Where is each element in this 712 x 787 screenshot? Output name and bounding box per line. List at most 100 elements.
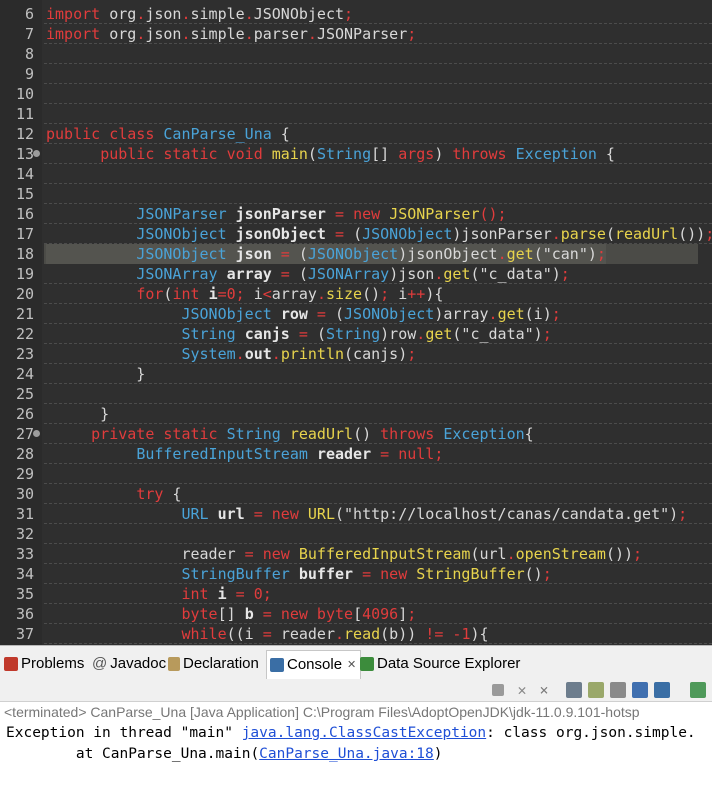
code-line[interactable]: 34 StringBuffer buffer = new StringBuffe… bbox=[0, 564, 712, 584]
code-token: [ bbox=[353, 605, 363, 623]
code-line[interactable]: 7 import org.json.simple.parser.JSONParse… bbox=[0, 24, 712, 44]
display-console-icon[interactable] bbox=[654, 682, 670, 698]
code-token: . bbox=[235, 345, 245, 363]
code-token: JSONObject bbox=[307, 245, 399, 263]
code-line[interactable]: 26 } bbox=[0, 404, 712, 424]
word-wrap-icon[interactable] bbox=[610, 682, 626, 698]
code-line[interactable]: 22 String canjs = (String)row.get("c_dat… bbox=[0, 324, 712, 344]
code-line[interactable]: 27 private static String readUrl() throw… bbox=[0, 424, 712, 444]
code-line[interactable]: 6 import org.json.simple.JSONObject; bbox=[0, 4, 712, 24]
line-number: 36 bbox=[15, 605, 34, 623]
code-token: [] bbox=[217, 605, 245, 623]
code-line[interactable]: 33 reader = new BufferedInputStream(url.… bbox=[0, 544, 712, 564]
line-number: 27 bbox=[15, 425, 34, 443]
tab-javadoc[interactable]: @ Javadoc bbox=[92, 652, 166, 676]
code-token: try bbox=[136, 485, 164, 503]
code-line[interactable]: 19 JSONArray array = (JSONArray)json.get… bbox=[0, 264, 712, 284]
code-token: . bbox=[271, 345, 281, 363]
code-line[interactable]: 18 JSONObject json = (JSONObject)jsonObj… bbox=[0, 244, 712, 264]
line-number: 19 bbox=[15, 265, 34, 283]
code-line[interactable]: 9 bbox=[0, 64, 712, 84]
pin-console-icon[interactable] bbox=[632, 682, 648, 698]
fold-marker-icon[interactable] bbox=[33, 150, 40, 157]
tab-label: Declaration bbox=[183, 655, 259, 672]
exception-link[interactable]: java.lang.ClassCastException bbox=[242, 725, 486, 741]
tab-data-source-explorer[interactable]: Data Source Explorer bbox=[360, 652, 520, 676]
code-token: null bbox=[398, 445, 435, 463]
code-text: try { bbox=[46, 484, 181, 504]
code-line[interactable]: 10 bbox=[0, 84, 712, 104]
code-token: )json bbox=[389, 265, 435, 283]
code-text: String canjs = (String)row.get("c_data")… bbox=[46, 324, 551, 344]
code-token: byte bbox=[181, 605, 218, 623]
code-token: ()) bbox=[605, 545, 634, 563]
code-line[interactable]: 32 bbox=[0, 524, 712, 544]
code-line[interactable]: 29 bbox=[0, 464, 712, 484]
code-token: public static void bbox=[100, 145, 272, 163]
code-token: ; bbox=[434, 445, 444, 463]
code-line[interactable]: 15 bbox=[0, 184, 712, 204]
code-line[interactable]: 35 int i = 0; bbox=[0, 584, 712, 604]
code-token: throws bbox=[380, 425, 444, 443]
code-line[interactable]: 25 bbox=[0, 384, 712, 404]
scroll-lock-icon[interactable] bbox=[588, 682, 604, 698]
code-token: ; bbox=[407, 605, 417, 623]
code-line[interactable]: 24 } bbox=[0, 364, 712, 384]
code-token: array bbox=[226, 265, 272, 283]
tab-console[interactable]: Console ✕ bbox=[266, 650, 362, 679]
stop-icon[interactable] bbox=[492, 684, 504, 696]
code-text: } bbox=[46, 404, 109, 424]
line-number: 26 bbox=[15, 405, 34, 423]
code-line[interactable]: 28 BufferedInputStream reader = null; bbox=[0, 444, 712, 464]
code-token: . bbox=[136, 25, 146, 43]
open-console-icon[interactable] bbox=[690, 682, 706, 698]
code-token: buffer bbox=[298, 565, 354, 583]
source-location-link[interactable]: CanParse_Una.java:18 bbox=[259, 746, 434, 762]
code-text: System.out.println(canjs); bbox=[46, 344, 416, 364]
clear-console-icon[interactable] bbox=[566, 682, 582, 698]
code-token: ("c_data") bbox=[452, 325, 543, 343]
tab-problems[interactable]: Problems bbox=[4, 652, 84, 676]
console-output[interactable]: <terminated> CanParse_Una [Java Applicat… bbox=[0, 701, 712, 787]
code-token: json bbox=[145, 5, 182, 23]
code-token: ){ bbox=[425, 285, 444, 303]
panel-tabs: Problems @ Javadoc Declaration Console ✕… bbox=[0, 650, 712, 679]
code-editor[interactable]: 6 import org.json.simple.JSONObject; 7 impo… bbox=[0, 0, 712, 645]
tab-declaration[interactable]: Declaration bbox=[168, 652, 259, 676]
code-line[interactable]: 20 for(int i=0; i<array.size(); i++){ bbox=[0, 284, 712, 304]
line-number: 31 bbox=[15, 505, 34, 523]
code-line[interactable]: 31 URL url = new URL("http://localhost/c… bbox=[0, 504, 712, 524]
line-number: 24 bbox=[15, 365, 34, 383]
code-token: parse bbox=[560, 225, 606, 243]
code-line[interactable]: 36 byte[] b = new byte[4096]; bbox=[0, 604, 712, 624]
code-line[interactable]: 11 bbox=[0, 104, 712, 124]
code-line[interactable]: 17 JSONObject jsonObject = (JSONObject)j… bbox=[0, 224, 712, 244]
code-line[interactable]: 12 public class CanParse_Una { bbox=[0, 124, 712, 144]
code-token: = bbox=[217, 285, 227, 303]
code-token: StringBuffer bbox=[416, 565, 525, 583]
remove-launch-icon[interactable]: ✕ bbox=[514, 682, 530, 698]
code-token: ; bbox=[235, 285, 254, 303]
code-line[interactable]: 13 public static void main(String[] args… bbox=[0, 144, 712, 164]
code-token: org bbox=[100, 25, 137, 43]
code-token: String bbox=[325, 325, 381, 343]
code-line[interactable]: 14 bbox=[0, 164, 712, 184]
code-token: args bbox=[398, 145, 435, 163]
code-token: . bbox=[316, 285, 326, 303]
code-token: } bbox=[46, 405, 110, 423]
code-line[interactable]: 23 System.out.println(canjs); bbox=[0, 344, 712, 364]
code-line[interactable]: 8 bbox=[0, 44, 712, 64]
code-token: i bbox=[208, 285, 218, 303]
code-token: simple bbox=[190, 5, 245, 23]
code-line[interactable]: 30 try { bbox=[0, 484, 712, 504]
fold-marker-icon[interactable] bbox=[33, 430, 40, 437]
code-line[interactable]: 21 JSONObject row = (JSONObject)array.ge… bbox=[0, 304, 712, 324]
close-icon[interactable]: ✕ bbox=[347, 653, 356, 677]
code-text: import org.json.simple.JSONObject; bbox=[46, 4, 353, 24]
code-token: ; bbox=[407, 345, 417, 363]
remove-all-icon[interactable]: ⨯ bbox=[536, 682, 552, 698]
code-line[interactable]: 16 JSONParser jsonParser = new JSONParse… bbox=[0, 204, 712, 224]
code-line[interactable]: 37 while((i = reader.read(b)) != -1){ bbox=[0, 624, 712, 644]
